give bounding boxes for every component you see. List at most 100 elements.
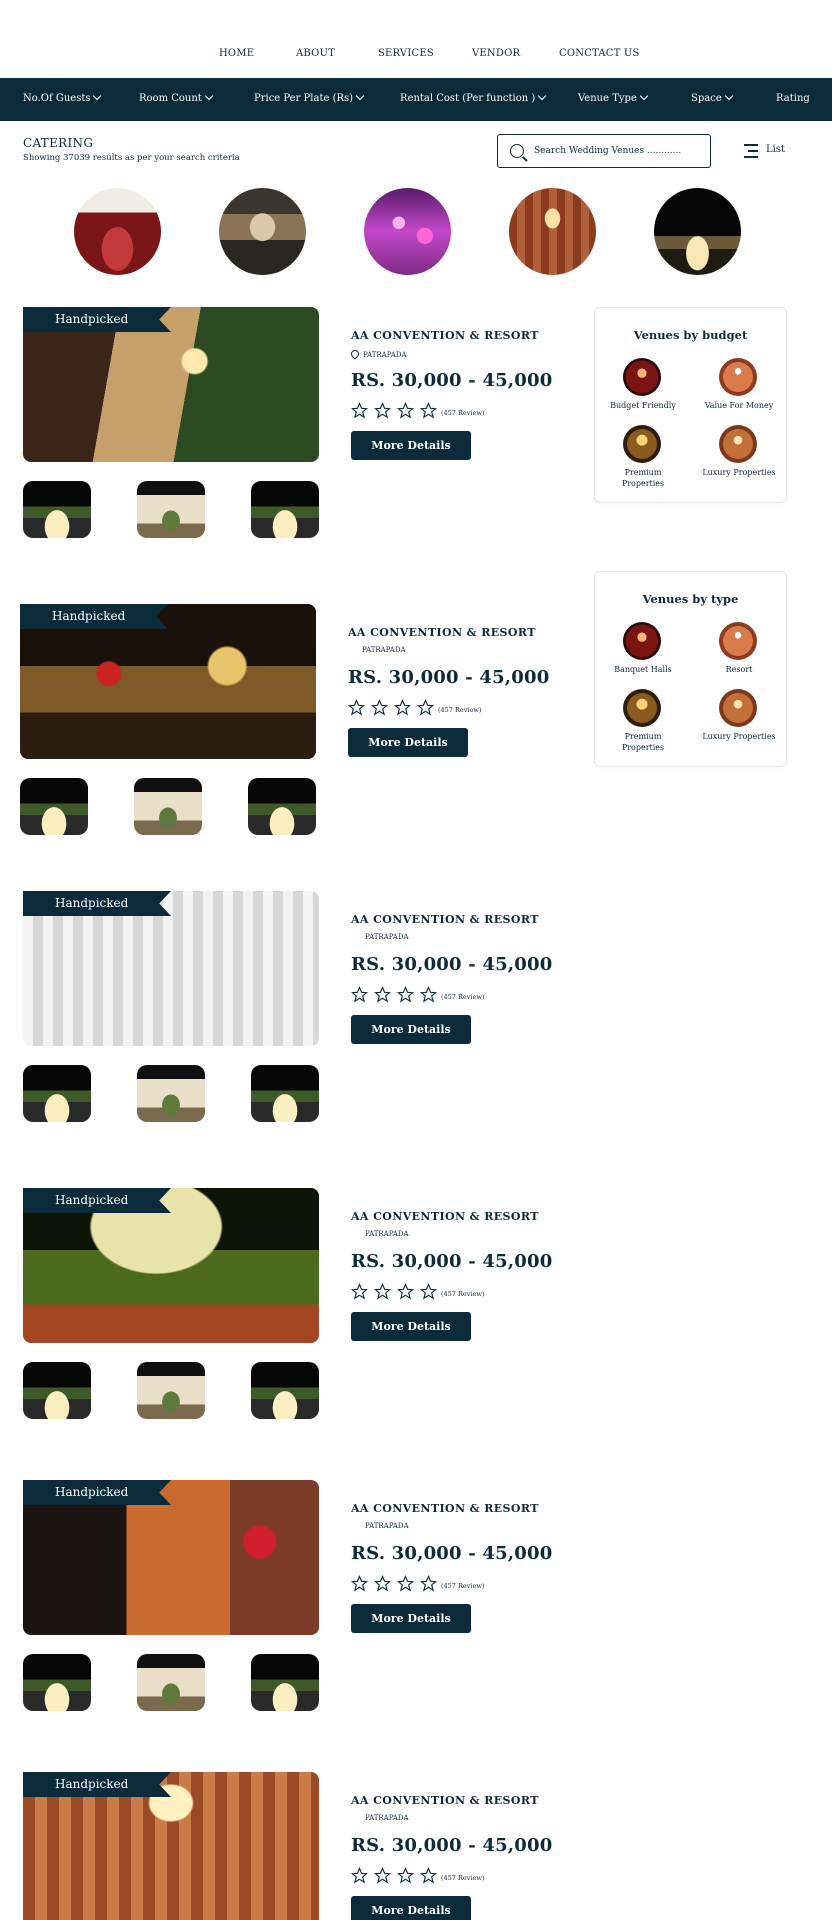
chevron-down-icon xyxy=(724,91,733,101)
option-label: Value For Money xyxy=(704,401,774,410)
category-image-grand-hall[interactable] xyxy=(74,188,161,275)
filter-guests[interactable]: No.Of Guests xyxy=(23,91,102,104)
venues-by-type-card: Venues by type Banquet Halls Resort Prem… xyxy=(594,571,787,767)
filter-label: Venue Type xyxy=(578,93,637,104)
star-icon[interactable] xyxy=(397,986,414,1003)
search-icon[interactable] xyxy=(510,144,524,158)
handpicked-badge: Handpicked xyxy=(20,604,168,629)
star-icon[interactable] xyxy=(374,402,391,419)
review-count: (457 Review) xyxy=(438,706,482,714)
star-icon[interactable] xyxy=(397,1867,414,1884)
star-icon[interactable] xyxy=(374,986,391,1003)
handpicked-badge: Handpicked xyxy=(23,891,171,916)
filter-room-count[interactable]: Room Count xyxy=(139,91,214,104)
venue-title[interactable]: AA CONVENTION & RESORT xyxy=(348,626,536,639)
more-details-button[interactable]: More Details xyxy=(351,1896,471,1920)
venue-thumbnail[interactable] xyxy=(23,481,91,538)
star-icon[interactable] xyxy=(420,1867,437,1884)
location-text: PATRAPADA xyxy=(363,351,407,359)
filter-label: Rating xyxy=(776,93,810,104)
category-image-banquet-hall[interactable] xyxy=(509,188,596,275)
star-icon[interactable] xyxy=(351,402,368,419)
venue-thumbnail[interactable] xyxy=(251,481,319,538)
nav-vendor[interactable]: VENDOR xyxy=(472,48,520,59)
star-icon[interactable] xyxy=(397,1283,414,1300)
venue-thumbnail[interactable] xyxy=(251,1362,319,1419)
option-label: Premium Properties xyxy=(621,468,665,488)
more-details-button[interactable]: More Details xyxy=(348,728,468,757)
handpicked-badge: Handpicked xyxy=(23,307,171,332)
star-icon[interactable] xyxy=(351,1283,368,1300)
handpicked-badge: Handpicked xyxy=(23,1772,171,1797)
card-title: Venues by budget xyxy=(633,328,748,342)
star-icon[interactable] xyxy=(420,1575,437,1592)
venue-thumbnail[interactable] xyxy=(20,778,88,835)
option-image xyxy=(719,425,757,463)
venue-title[interactable]: AA CONVENTION & RESORT xyxy=(351,913,539,926)
nav-services[interactable]: SERVICES xyxy=(378,48,434,59)
category-image-night-venue[interactable] xyxy=(654,188,741,275)
venue-listing: Handpicked AA CONVENTION & RESORT PATRAP… xyxy=(0,891,832,1131)
review-count: (457 Review) xyxy=(441,409,485,417)
venue-thumbnail[interactable] xyxy=(251,1654,319,1711)
option-image xyxy=(623,425,661,463)
filter-rental-cost[interactable]: Rental Cost (Per function ) xyxy=(400,91,547,104)
star-icon[interactable] xyxy=(351,1867,368,1884)
star-icon[interactable] xyxy=(397,1575,414,1592)
search-box xyxy=(497,134,711,168)
nav-about[interactable]: ABOUT xyxy=(296,48,335,59)
review-count: (457 Review) xyxy=(441,1582,485,1590)
venue-thumbnail[interactable] xyxy=(23,1654,91,1711)
filter-price-per-plate[interactable]: Price Per Plate (Rs) xyxy=(254,91,365,104)
star-icon[interactable] xyxy=(397,402,414,419)
venue-title[interactable]: AA CONVENTION & RESORT xyxy=(351,329,539,342)
search-input[interactable] xyxy=(534,143,702,159)
venue-thumbnail[interactable] xyxy=(23,1362,91,1419)
star-icon[interactable] xyxy=(417,699,434,716)
chevron-down-icon xyxy=(538,91,547,101)
more-details-button[interactable]: More Details xyxy=(351,1312,471,1341)
list-icon xyxy=(740,144,758,158)
star-icon[interactable] xyxy=(351,1575,368,1592)
star-icon[interactable] xyxy=(420,986,437,1003)
more-details-button[interactable]: More Details xyxy=(351,1015,471,1044)
nav-contact-us[interactable]: CONCTACT US xyxy=(559,48,640,59)
venue-listing: Handpicked AA CONVENTION & RESORT PATRAP… xyxy=(0,1188,832,1428)
option-label: Banquet Halls xyxy=(614,665,672,674)
venue-thumbnail[interactable] xyxy=(248,778,316,835)
results-count: Showing 37039 results as per your search… xyxy=(23,153,240,163)
star-icon[interactable] xyxy=(348,699,365,716)
filter-space[interactable]: Space xyxy=(691,91,733,104)
category-image-purple-hall[interactable] xyxy=(364,188,451,275)
venue-thumbnail[interactable] xyxy=(134,778,202,835)
venue-listing: Handpicked AA CONVENTION & RESORT PATRAP… xyxy=(0,1480,832,1720)
star-icon[interactable] xyxy=(374,1283,391,1300)
venue-thumbnail[interactable] xyxy=(137,1065,205,1122)
more-details-button[interactable]: More Details xyxy=(351,431,471,460)
venue-title[interactable]: AA CONVENTION & RESORT xyxy=(351,1794,539,1807)
filter-label: Room Count xyxy=(139,93,202,104)
star-icon[interactable] xyxy=(351,986,368,1003)
star-icon[interactable] xyxy=(374,1867,391,1884)
star-icon[interactable] xyxy=(371,699,388,716)
venue-title[interactable]: AA CONVENTION & RESORT xyxy=(351,1210,539,1223)
chevron-down-icon xyxy=(355,91,365,101)
star-icon[interactable] xyxy=(420,402,437,419)
venue-price: RS. 30,000 - 45,000 xyxy=(351,954,553,975)
venue-location: PATRAPADA xyxy=(365,933,409,941)
category-image-store-front[interactable] xyxy=(219,188,306,275)
more-details-button[interactable]: More Details xyxy=(351,1604,471,1633)
venue-thumbnail[interactable] xyxy=(137,1654,205,1711)
star-icon[interactable] xyxy=(394,699,411,716)
filter-venue-type[interactable]: Venue Type xyxy=(578,91,649,104)
venue-title[interactable]: AA CONVENTION & RESORT xyxy=(351,1502,539,1515)
nav-home[interactable]: HOME xyxy=(219,48,254,59)
venue-thumbnail[interactable] xyxy=(23,1065,91,1122)
venue-thumbnail[interactable] xyxy=(137,1362,205,1419)
option-image xyxy=(719,622,757,660)
star-icon[interactable] xyxy=(420,1283,437,1300)
star-icon[interactable] xyxy=(374,1575,391,1592)
filter-rating[interactable]: Rating xyxy=(776,93,810,104)
venue-thumbnail[interactable] xyxy=(137,481,205,538)
venue-thumbnail[interactable] xyxy=(251,1065,319,1122)
